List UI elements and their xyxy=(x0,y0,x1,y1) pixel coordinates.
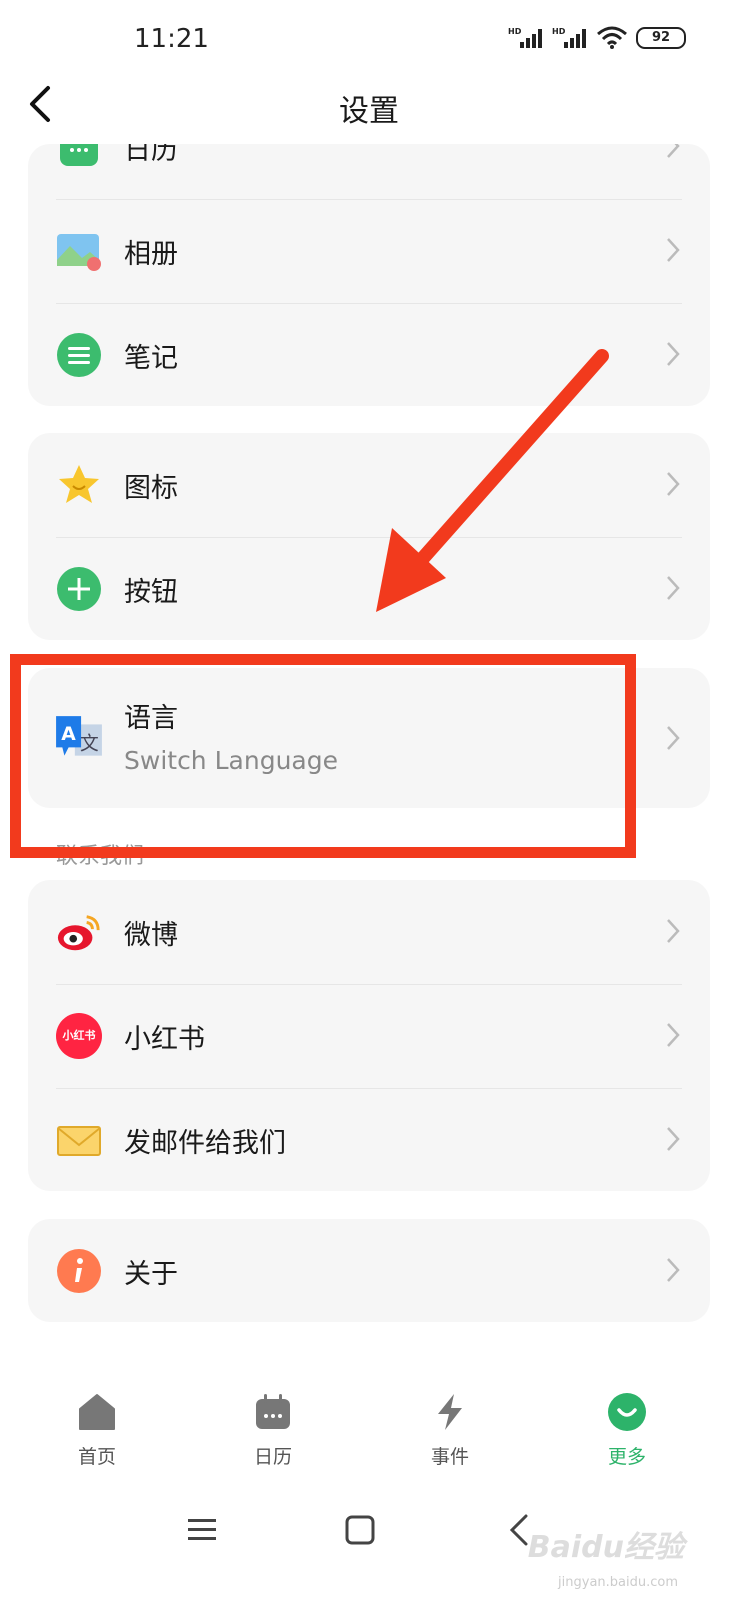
chevron-right-icon xyxy=(667,919,680,943)
row-xiaohongshu[interactable]: 小红书 小红书 xyxy=(28,984,710,1088)
annotation-highlight-box xyxy=(10,654,636,858)
row-label: 小红书 xyxy=(124,1024,205,1055)
row-label: 微博 xyxy=(124,920,178,951)
card-contact: 微博 小红书 小红书 发邮件给我们 xyxy=(28,880,710,1191)
chevron-right-icon xyxy=(667,726,680,750)
tab-label: 事件 xyxy=(430,1446,469,1468)
row-label: 关于 xyxy=(124,1259,178,1290)
home-icon xyxy=(79,1394,115,1430)
tab-calendar[interactable]: 日历 xyxy=(218,1384,328,1480)
row-weibo[interactable]: 微博 xyxy=(28,880,710,984)
tab-label: 首页 xyxy=(77,1446,116,1468)
menu-icon[interactable] xyxy=(180,1508,224,1552)
lightning-icon xyxy=(438,1394,462,1430)
row-about[interactable]: 关于 xyxy=(28,1219,710,1322)
watermark-url: jingyan.baidu.com xyxy=(558,1575,678,1590)
home-square-icon[interactable] xyxy=(338,1508,382,1552)
watermark-logo: Baidu经验 xyxy=(527,1530,684,1565)
annotation-arrow-icon xyxy=(376,349,609,612)
row-email[interactable]: 发邮件给我们 xyxy=(28,1088,710,1191)
bottom-tab-bar: 首页 日历 事件 更多 xyxy=(0,1384,738,1480)
tab-label: 日历 xyxy=(253,1446,292,1468)
tab-label: 更多 xyxy=(607,1446,646,1468)
info-icon xyxy=(57,1249,101,1293)
tab-events[interactable]: 事件 xyxy=(395,1384,505,1480)
row-label: 发邮件给我们 xyxy=(124,1128,286,1159)
chevron-right-icon xyxy=(667,1258,680,1282)
xiaohongshu-icon: 小红书 xyxy=(56,1013,102,1059)
chevron-right-icon xyxy=(667,1023,680,1047)
tab-home[interactable]: 首页 xyxy=(42,1384,152,1480)
card-about: 关于 xyxy=(28,1219,710,1322)
weibo-icon xyxy=(57,915,100,951)
chevron-right-icon xyxy=(667,1127,680,1151)
more-smile-icon xyxy=(608,1393,646,1431)
tab-more[interactable]: 更多 xyxy=(572,1384,682,1480)
mail-icon xyxy=(57,1126,101,1156)
calendar-icon xyxy=(256,1394,290,1429)
